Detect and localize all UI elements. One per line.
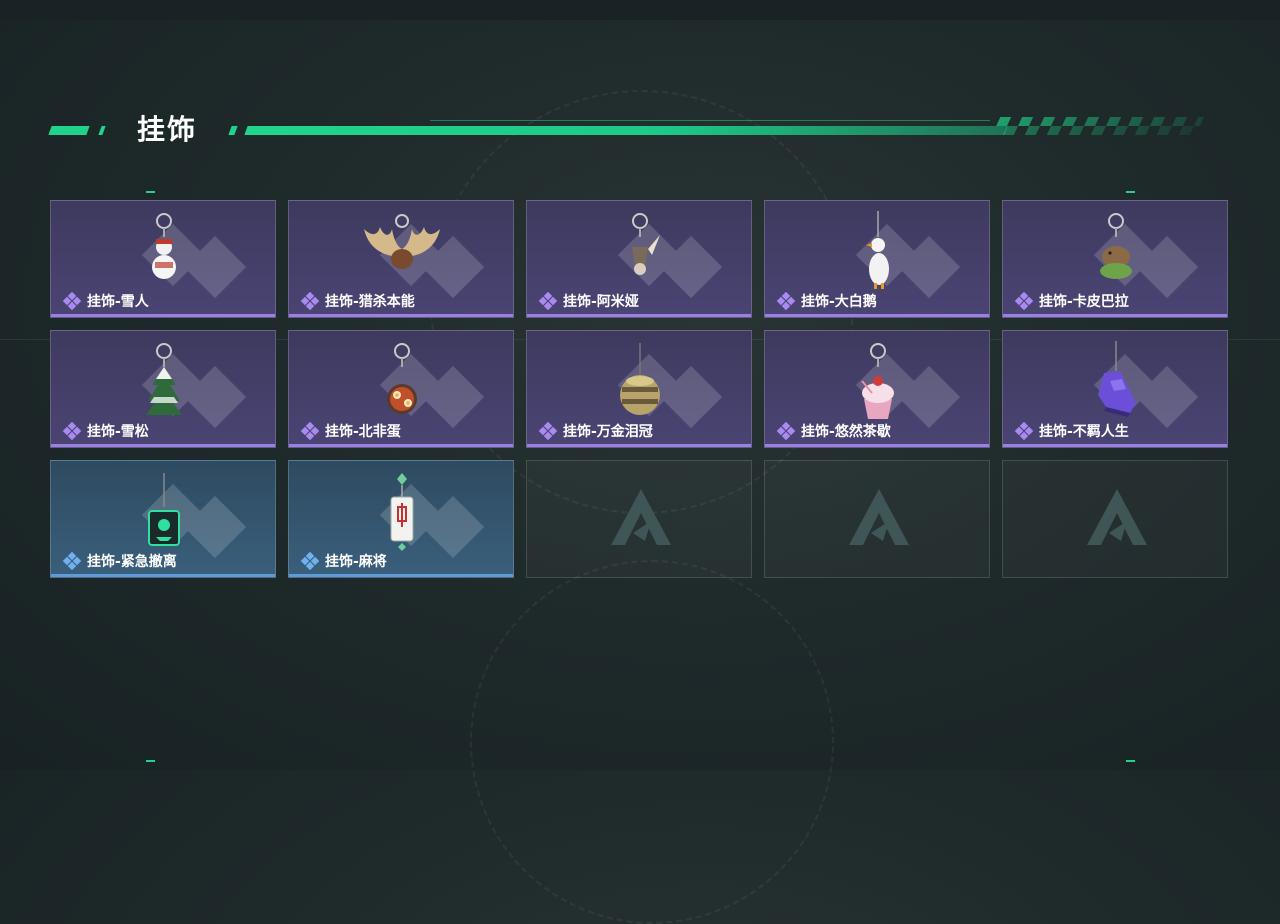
cupcake-charm-icon	[861, 343, 894, 419]
item-label-row: 挂饰-雪松	[61, 421, 149, 441]
empty-slot[interactable]	[526, 460, 752, 578]
item-name: 挂饰-卡皮巴拉	[1039, 294, 1129, 310]
rarity-bar	[51, 444, 275, 447]
rarity-bar	[765, 444, 989, 447]
placeholder-logo-icon	[849, 489, 909, 545]
rarity-gem-icon	[62, 292, 82, 310]
capybara-charm-icon	[1100, 213, 1132, 279]
placeholder-logo-icon	[1087, 489, 1147, 545]
corner-tick	[146, 191, 155, 193]
rarity-gem-icon	[62, 422, 82, 440]
rarity-bar	[765, 314, 989, 317]
empty-slot[interactable]	[1002, 460, 1228, 578]
item-name: 挂饰-紧急撤离	[87, 554, 177, 570]
corner-tick	[1126, 760, 1135, 762]
item-name: 挂饰-万金泪冠	[563, 424, 653, 440]
moose-antlers-charm-icon	[364, 214, 440, 269]
item-card[interactable]: 挂饰-麻将	[288, 460, 514, 578]
rarity-bar	[289, 574, 513, 577]
sneaker-charm-icon	[1098, 341, 1136, 417]
item-card[interactable]: 挂饰-紧急撤离	[50, 460, 276, 578]
charm-grid: 挂饰-雪人 挂饰-猎杀本能 挂饰-阿米娅 挂饰-大白鹅 挂饰-卡皮巴拉 挂饰-雪…	[50, 200, 1230, 580]
rarity-bar	[289, 444, 513, 447]
header-accent-mid	[228, 126, 238, 135]
header-thin-line	[430, 120, 990, 121]
rarity-bar	[51, 574, 275, 577]
mahjong-tile-charm-icon	[390, 473, 414, 551]
rarity-gem-icon	[300, 292, 320, 310]
item-card[interactable]: 挂饰-阿米娅	[526, 200, 752, 318]
placeholder-logo-icon	[611, 489, 671, 545]
item-name: 挂饰-阿米娅	[563, 294, 639, 310]
shakshuka-charm-icon	[387, 343, 417, 414]
corner-tick	[1126, 191, 1135, 193]
rarity-gem-icon	[538, 422, 558, 440]
item-name: 挂饰-猎杀本能	[325, 294, 415, 310]
item-label-row: 挂饰-麻将	[299, 551, 387, 571]
rarity-gem-icon	[300, 422, 320, 440]
item-label-row: 挂饰-卡皮巴拉	[1013, 291, 1129, 311]
emergency-exit-charm-icon	[148, 473, 180, 546]
rarity-bar	[51, 314, 275, 317]
item-name: 挂饰-不羁人生	[1039, 424, 1129, 440]
top-bar	[0, 0, 1280, 20]
item-card[interactable]: 挂饰-大白鹅	[764, 200, 990, 318]
item-card[interactable]: 挂饰-不羁人生	[1002, 330, 1228, 448]
item-label-row: 挂饰-北非蛋	[299, 421, 401, 441]
item-card[interactable]: 挂饰-雪松	[50, 330, 276, 448]
rarity-bar	[289, 314, 513, 317]
rarity-bar	[527, 444, 751, 447]
item-label-row: 挂饰-不羁人生	[1013, 421, 1129, 441]
item-label-row: 挂饰-大白鹅	[775, 291, 877, 311]
rarity-bar	[1003, 314, 1227, 317]
item-label-row: 挂饰-猎杀本能	[299, 291, 415, 311]
rarity-gem-icon	[776, 292, 796, 310]
header-accent-left	[48, 126, 90, 135]
item-card[interactable]: 挂饰-万金泪冠	[526, 330, 752, 448]
item-card[interactable]: 挂饰-卡皮巴拉	[1002, 200, 1228, 318]
amiya-charm-icon	[632, 213, 660, 275]
rarity-gem-icon	[776, 422, 796, 440]
item-card[interactable]: 挂饰-悠然茶歇	[764, 330, 990, 448]
rarity-gem-icon	[62, 552, 82, 570]
item-name: 挂饰-悠然茶歇	[801, 424, 891, 440]
header-accent-small	[98, 126, 106, 135]
item-card[interactable]: 挂饰-北非蛋	[288, 330, 514, 448]
item-name: 挂饰-雪人	[87, 294, 149, 310]
item-name: 挂饰-麻将	[325, 554, 387, 570]
snowman-charm-icon	[152, 213, 176, 279]
item-card[interactable]: 挂饰-雪人	[50, 200, 276, 318]
golden-crown-charm-icon	[620, 343, 660, 415]
white-goose-charm-icon	[866, 211, 889, 289]
item-name: 挂饰-雪松	[87, 424, 149, 440]
rarity-bar	[1003, 444, 1227, 447]
item-name: 挂饰-北非蛋	[325, 424, 401, 440]
snowy-pine-charm-icon	[146, 343, 182, 415]
item-label-row: 挂饰-紧急撤离	[61, 551, 177, 571]
item-label-row: 挂饰-万金泪冠	[537, 421, 653, 441]
header-accent-bar	[244, 126, 1008, 135]
section-title: 挂饰	[137, 113, 198, 146]
header-checker-pattern	[991, 117, 1205, 135]
item-label-row: 挂饰-阿米娅	[537, 291, 639, 311]
rarity-gem-icon	[538, 292, 558, 310]
rarity-bar	[527, 314, 751, 317]
rarity-gem-icon	[1014, 422, 1034, 440]
corner-tick	[146, 760, 155, 762]
rarity-gem-icon	[300, 552, 320, 570]
item-card[interactable]: 挂饰-猎杀本能	[288, 200, 514, 318]
rarity-gem-icon	[1014, 292, 1034, 310]
item-label-row: 挂饰-雪人	[61, 291, 149, 311]
item-label-row: 挂饰-悠然茶歇	[775, 421, 891, 441]
item-name: 挂饰-大白鹅	[801, 294, 877, 310]
bg-ring-decoration	[470, 560, 834, 924]
empty-slot[interactable]	[764, 460, 990, 578]
